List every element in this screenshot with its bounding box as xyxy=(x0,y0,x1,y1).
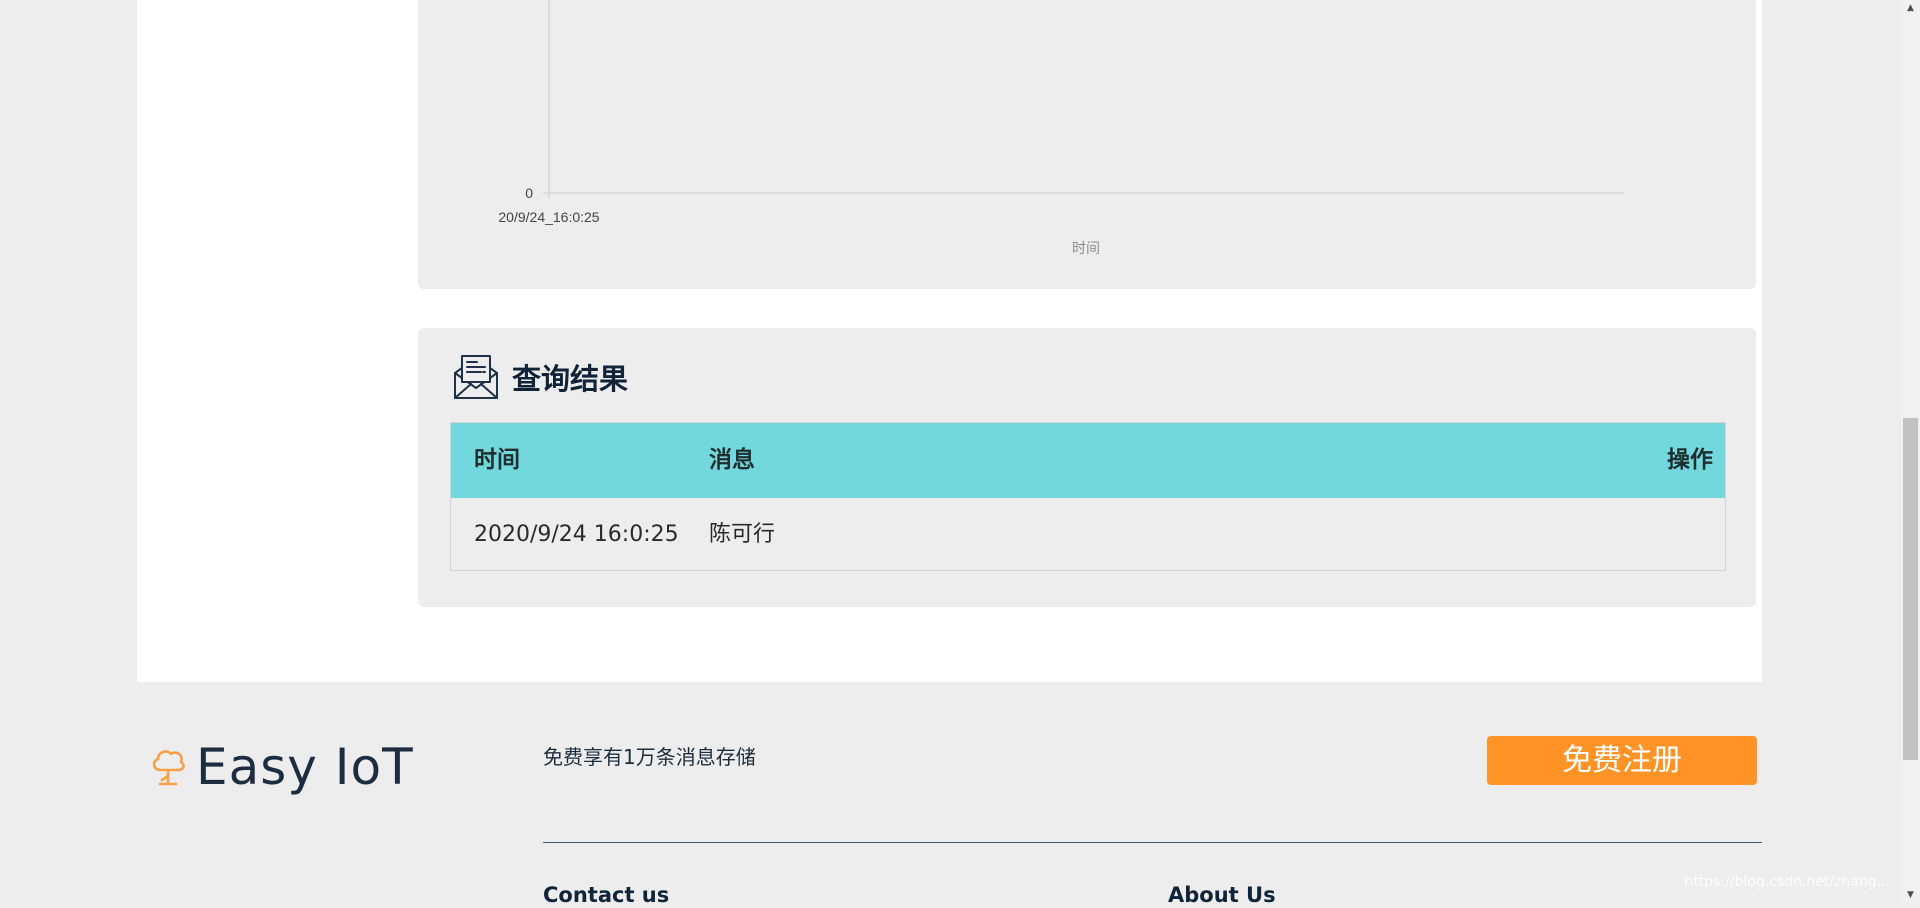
cell-time: 2020/9/24 16:0:25 xyxy=(474,522,679,547)
watermark: https://blog.csdn.net/zhang... xyxy=(1684,874,1890,890)
column-header-action: 操作 xyxy=(1667,447,1713,473)
logo-text: Easy IoT xyxy=(196,738,414,796)
footer-divider xyxy=(543,842,1762,843)
scrollbar[interactable]: ▲ ▼ xyxy=(1901,0,1920,903)
result-card: 查询结果 时间 消息 操作 2020/9/24 16:0:25 陈可行 xyxy=(418,328,1756,607)
scroll-up-arrow-icon[interactable]: ▲ xyxy=(1901,0,1920,16)
cell-message: 陈可行 xyxy=(709,522,776,547)
column-header-time: 时间 xyxy=(474,447,520,473)
result-title: 查询结果 xyxy=(512,362,629,396)
result-header: 查询结果 xyxy=(452,352,628,402)
scroll-down-arrow-icon[interactable]: ▼ xyxy=(1901,887,1920,903)
table-header-row: 时间 消息 操作 xyxy=(451,423,1725,498)
cloud-tree-icon xyxy=(152,750,185,786)
footer-logo[interactable]: Easy IoT xyxy=(150,740,414,794)
message-chart: 0 20/9/24_16:0:25 时间 xyxy=(498,0,1624,256)
column-header-message: 消息 xyxy=(709,447,755,473)
register-button[interactable]: 免费注册 xyxy=(1487,736,1757,785)
contact-heading: Contact us xyxy=(543,883,670,907)
content-panel: 0 20/9/24_16:0:25 时间 查询结果 时间 消息 操作 2020/… xyxy=(137,0,1762,682)
results-table: 时间 消息 操作 2020/9/24 16:0:25 陈可行 xyxy=(450,422,1726,571)
x-axis-name: 时间 xyxy=(1072,240,1100,256)
y-tick-label: 0 xyxy=(525,185,533,201)
chart-card: 0 20/9/24_16:0:25 时间 xyxy=(418,0,1756,289)
about-heading: About Us xyxy=(1168,883,1276,907)
x-tick-label: 20/9/24_16:0:25 xyxy=(498,209,599,225)
envelope-document-icon xyxy=(454,355,498,399)
promo-text: 免费享有1万条消息存储 xyxy=(543,745,756,769)
table-row: 2020/9/24 16:0:25 陈可行 xyxy=(451,498,1725,571)
scrollbar-thumb[interactable] xyxy=(1903,418,1918,760)
